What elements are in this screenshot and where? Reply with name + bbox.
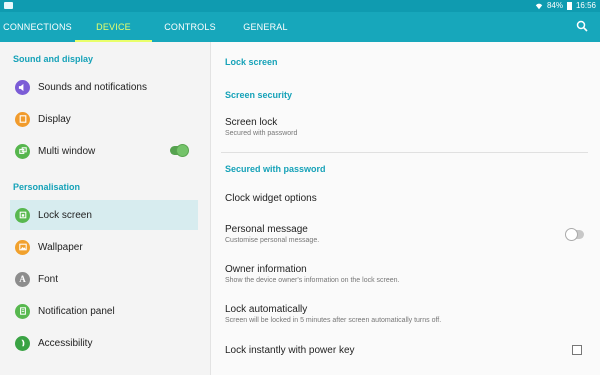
screen-lock-subtitle: Secured with password [225,130,298,137]
tab-general-label: GENERAL [243,22,288,32]
lock-automatically-subtitle: Screen will be locked in 5 minutes after… [225,317,442,324]
personal-message-subtitle: Customise personal message. [225,237,320,244]
clock-widget-title: Clock widget options [225,193,317,204]
tab-connections[interactable]: CONNECTIONS [0,12,75,42]
accessibility-icon [15,335,30,351]
status-bar: 84% 16:56 [0,0,600,12]
page-title: Lock screen [225,57,278,67]
sidebar-item-label: Accessibility [38,337,93,349]
tab-connections-label: CONNECTIONS [3,22,72,32]
lock-instantly-title: Lock instantly with power key [225,345,355,356]
display-icon [15,111,30,127]
lock-screen-icon [15,207,30,223]
tab-controls-label: CONTROLS [164,22,216,32]
lock-automatically-title: Lock automatically [225,304,308,315]
sidebar-item-sounds-notifications[interactable]: Sounds and notifications [10,72,198,102]
multi-window-toggle[interactable] [170,144,189,157]
sidebar-item-label: Lock screen [38,209,92,221]
sidebar-item-notification-panel[interactable]: Notification panel [10,296,198,326]
sidebar-section-sound-display: Sound and display [13,54,94,64]
screen-lock-title: Screen lock [225,117,278,128]
sidebar-item-accessibility[interactable]: Accessibility [10,328,198,358]
multi-window-icon [15,143,30,159]
sidebar-item-multi-window[interactable]: Multi window [10,136,198,166]
sidebar: Sound and display Sounds and notificatio… [0,42,211,375]
personal-message-title: Personal message [225,224,308,235]
notification-panel-icon [15,303,30,319]
tab-device[interactable]: DEVICE [75,12,152,42]
sidebar-item-label: Font [38,273,59,285]
wallpaper-icon [15,239,30,255]
sidebar-item-display[interactable]: Display [10,104,198,134]
owner-information-title: Owner information [225,264,307,275]
battery-percent: 84% [546,1,563,10]
sidebar-item-label: Display [38,113,71,125]
toggle-knob [565,228,578,241]
tab-general[interactable]: GENERAL [228,12,303,42]
search-icon[interactable] [576,20,588,32]
sidebar-item-font[interactable]: A Font [10,264,198,294]
settings-content: Lock screen Screen security Screen lock … [211,42,600,375]
toggle-knob [176,144,189,157]
wifi-icon [535,3,543,10]
tab-bar: CONNECTIONS DEVICE CONTROLS GENERAL [0,12,600,42]
speaker-icon [15,79,30,95]
gallery-notification-icon [4,2,13,9]
sidebar-item-label: Sounds and notifications [38,81,147,93]
section-screen-security: Screen security [225,90,293,100]
font-icon: A [15,271,30,287]
clock: 16:56 [575,1,596,10]
divider [221,152,588,153]
sidebar-item-lock-screen[interactable]: Lock screen [10,200,198,230]
sidebar-item-label: Notification panel [38,305,115,317]
sidebar-item-wallpaper[interactable]: Wallpaper [10,232,198,262]
sidebar-item-label: Wallpaper [38,241,83,253]
status-right: 84% 16:56 [535,1,596,11]
tab-device-label: DEVICE [96,22,131,32]
lock-instantly-checkbox[interactable] [572,345,582,355]
sidebar-section-personalisation: Personalisation [13,182,81,192]
sidebar-item-label: Multi window [38,145,96,157]
owner-information-subtitle: Show the device owner's information on t… [225,277,400,284]
section-secured-with-password: Secured with password [225,164,326,174]
battery-icon [566,2,572,10]
tab-controls[interactable]: CONTROLS [152,12,228,42]
personal-message-toggle[interactable] [565,228,584,241]
